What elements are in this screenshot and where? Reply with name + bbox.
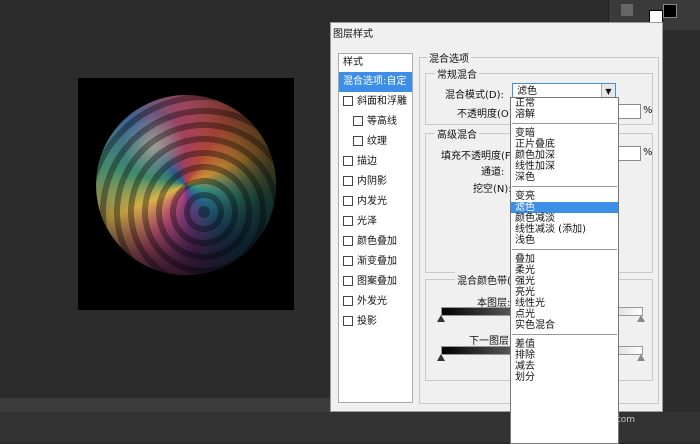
checkbox[interactable] bbox=[343, 156, 353, 166]
channels-label: 通道: bbox=[481, 167, 505, 178]
checkbox[interactable] bbox=[343, 196, 353, 206]
option-lighter-color[interactable]: 浅色 bbox=[511, 235, 618, 246]
separator bbox=[511, 183, 618, 191]
option-lighten[interactable]: 变亮 bbox=[511, 191, 618, 202]
checkbox[interactable] bbox=[343, 176, 353, 186]
style-item-pattern-overlay[interactable]: 图案叠加 bbox=[339, 272, 412, 292]
style-item-texture[interactable]: 纹理 bbox=[339, 132, 412, 152]
option-darken[interactable]: 变暗 bbox=[511, 128, 618, 139]
blend-if-label: 混合颜色带( bbox=[455, 272, 513, 287]
option-overlay[interactable]: 叠加 bbox=[511, 254, 618, 265]
checkbox[interactable] bbox=[343, 216, 353, 226]
opacity-field[interactable] bbox=[618, 104, 641, 119]
this-layer-white-knob[interactable] bbox=[637, 315, 645, 322]
style-item-blending-options[interactable]: 混合选项:自定 bbox=[339, 72, 412, 92]
option-divide[interactable]: 划分 bbox=[511, 372, 618, 383]
background-color-swatch[interactable] bbox=[663, 4, 677, 18]
percent-sign: % bbox=[643, 147, 653, 158]
opacity-label: 不透明度(O): bbox=[457, 109, 517, 120]
checkbox[interactable] bbox=[343, 296, 353, 306]
status-bar bbox=[0, 398, 330, 412]
style-item-satin[interactable]: 光泽 bbox=[339, 212, 412, 232]
style-item-outer-glow[interactable]: 外发光 bbox=[339, 292, 412, 312]
styles-list: 样式 混合选项:自定 斜面和浮雕 等高线 纹理 描边 内阴影 内发光 光泽 颜色… bbox=[338, 53, 413, 403]
toolbar-icon[interactable] bbox=[621, 4, 633, 16]
advanced-blending-title: 高级混合 bbox=[435, 126, 479, 141]
style-item-gradient-overlay[interactable]: 渐变叠加 bbox=[339, 252, 412, 272]
option-color-burn[interactable]: 颜色加深 bbox=[511, 150, 618, 161]
fill-opacity-label: 填充不透明度(F): bbox=[441, 151, 518, 162]
checkbox[interactable] bbox=[353, 136, 363, 146]
watermark: Baidu经验 jingyan.baidu.com bbox=[552, 396, 636, 425]
option-pin-light[interactable]: 点光 bbox=[511, 309, 618, 320]
option-color-dodge[interactable]: 颜色减淡 bbox=[511, 213, 618, 224]
this-layer-black-knob[interactable] bbox=[437, 315, 445, 322]
style-item-color-overlay[interactable]: 颜色叠加 bbox=[339, 232, 412, 252]
option-darker-color[interactable]: 深色 bbox=[511, 172, 618, 183]
option-hard-mix[interactable]: 实色混合 bbox=[511, 320, 618, 331]
style-item-drop-shadow[interactable]: 投影 bbox=[339, 312, 412, 332]
checkbox[interactable] bbox=[343, 256, 353, 266]
style-item-bevel-emboss[interactable]: 斜面和浮雕 bbox=[339, 92, 412, 112]
option-exclusion[interactable]: 排除 bbox=[511, 350, 618, 361]
marbled-sphere-image bbox=[96, 95, 276, 275]
underlying-layer-label: 下一图层: bbox=[469, 336, 513, 347]
blend-mode-dropdown[interactable]: 正常 溶解 变暗 正片叠底 颜色加深 线性加深 深色 变亮 滤色 颜色减淡 线性… bbox=[510, 97, 619, 444]
style-item-stroke[interactable]: 描边 bbox=[339, 152, 412, 172]
checkbox[interactable] bbox=[353, 116, 363, 126]
option-normal[interactable]: 正常 bbox=[511, 98, 618, 109]
option-linear-burn[interactable]: 线性加深 bbox=[511, 161, 618, 172]
checkbox[interactable] bbox=[343, 236, 353, 246]
underlying-layer-black-knob[interactable] bbox=[437, 354, 445, 361]
option-linear-light[interactable]: 线性光 bbox=[511, 298, 618, 309]
option-linear-dodge[interactable]: 线性减淡 (添加) bbox=[511, 224, 618, 235]
option-soft-light[interactable]: 柔光 bbox=[511, 265, 618, 276]
checkbox[interactable] bbox=[343, 96, 353, 106]
style-item-contour[interactable]: 等高线 bbox=[339, 112, 412, 132]
general-blending-title: 常规混合 bbox=[435, 66, 479, 81]
dialog-title: 图层样式 bbox=[333, 29, 373, 40]
blend-mode-label: 混合模式(D): bbox=[445, 90, 504, 101]
style-item-inner-shadow[interactable]: 内阴影 bbox=[339, 172, 412, 192]
percent-sign: % bbox=[643, 105, 653, 116]
checkbox[interactable] bbox=[343, 316, 353, 326]
style-item-inner-glow[interactable]: 内发光 bbox=[339, 192, 412, 212]
option-subtract[interactable]: 减去 bbox=[511, 361, 618, 372]
underlying-layer-white-knob[interactable] bbox=[637, 354, 645, 361]
blend-options-title: 混合选项 bbox=[427, 50, 471, 65]
option-multiply[interactable]: 正片叠底 bbox=[511, 139, 618, 150]
separator bbox=[511, 246, 618, 254]
separator bbox=[511, 331, 618, 339]
separator bbox=[511, 120, 618, 128]
fill-opacity-field[interactable] bbox=[618, 146, 641, 161]
knockout-label: 挖空(N): bbox=[473, 184, 512, 195]
option-hard-light[interactable]: 强光 bbox=[511, 276, 618, 287]
checkbox[interactable] bbox=[343, 276, 353, 286]
option-screen[interactable]: 滤色 bbox=[511, 202, 618, 213]
option-dissolve[interactable]: 溶解 bbox=[511, 109, 618, 120]
styles-header: 样式 bbox=[343, 57, 363, 68]
option-vivid-light[interactable]: 亮光 bbox=[511, 287, 618, 298]
option-difference[interactable]: 差值 bbox=[511, 339, 618, 350]
